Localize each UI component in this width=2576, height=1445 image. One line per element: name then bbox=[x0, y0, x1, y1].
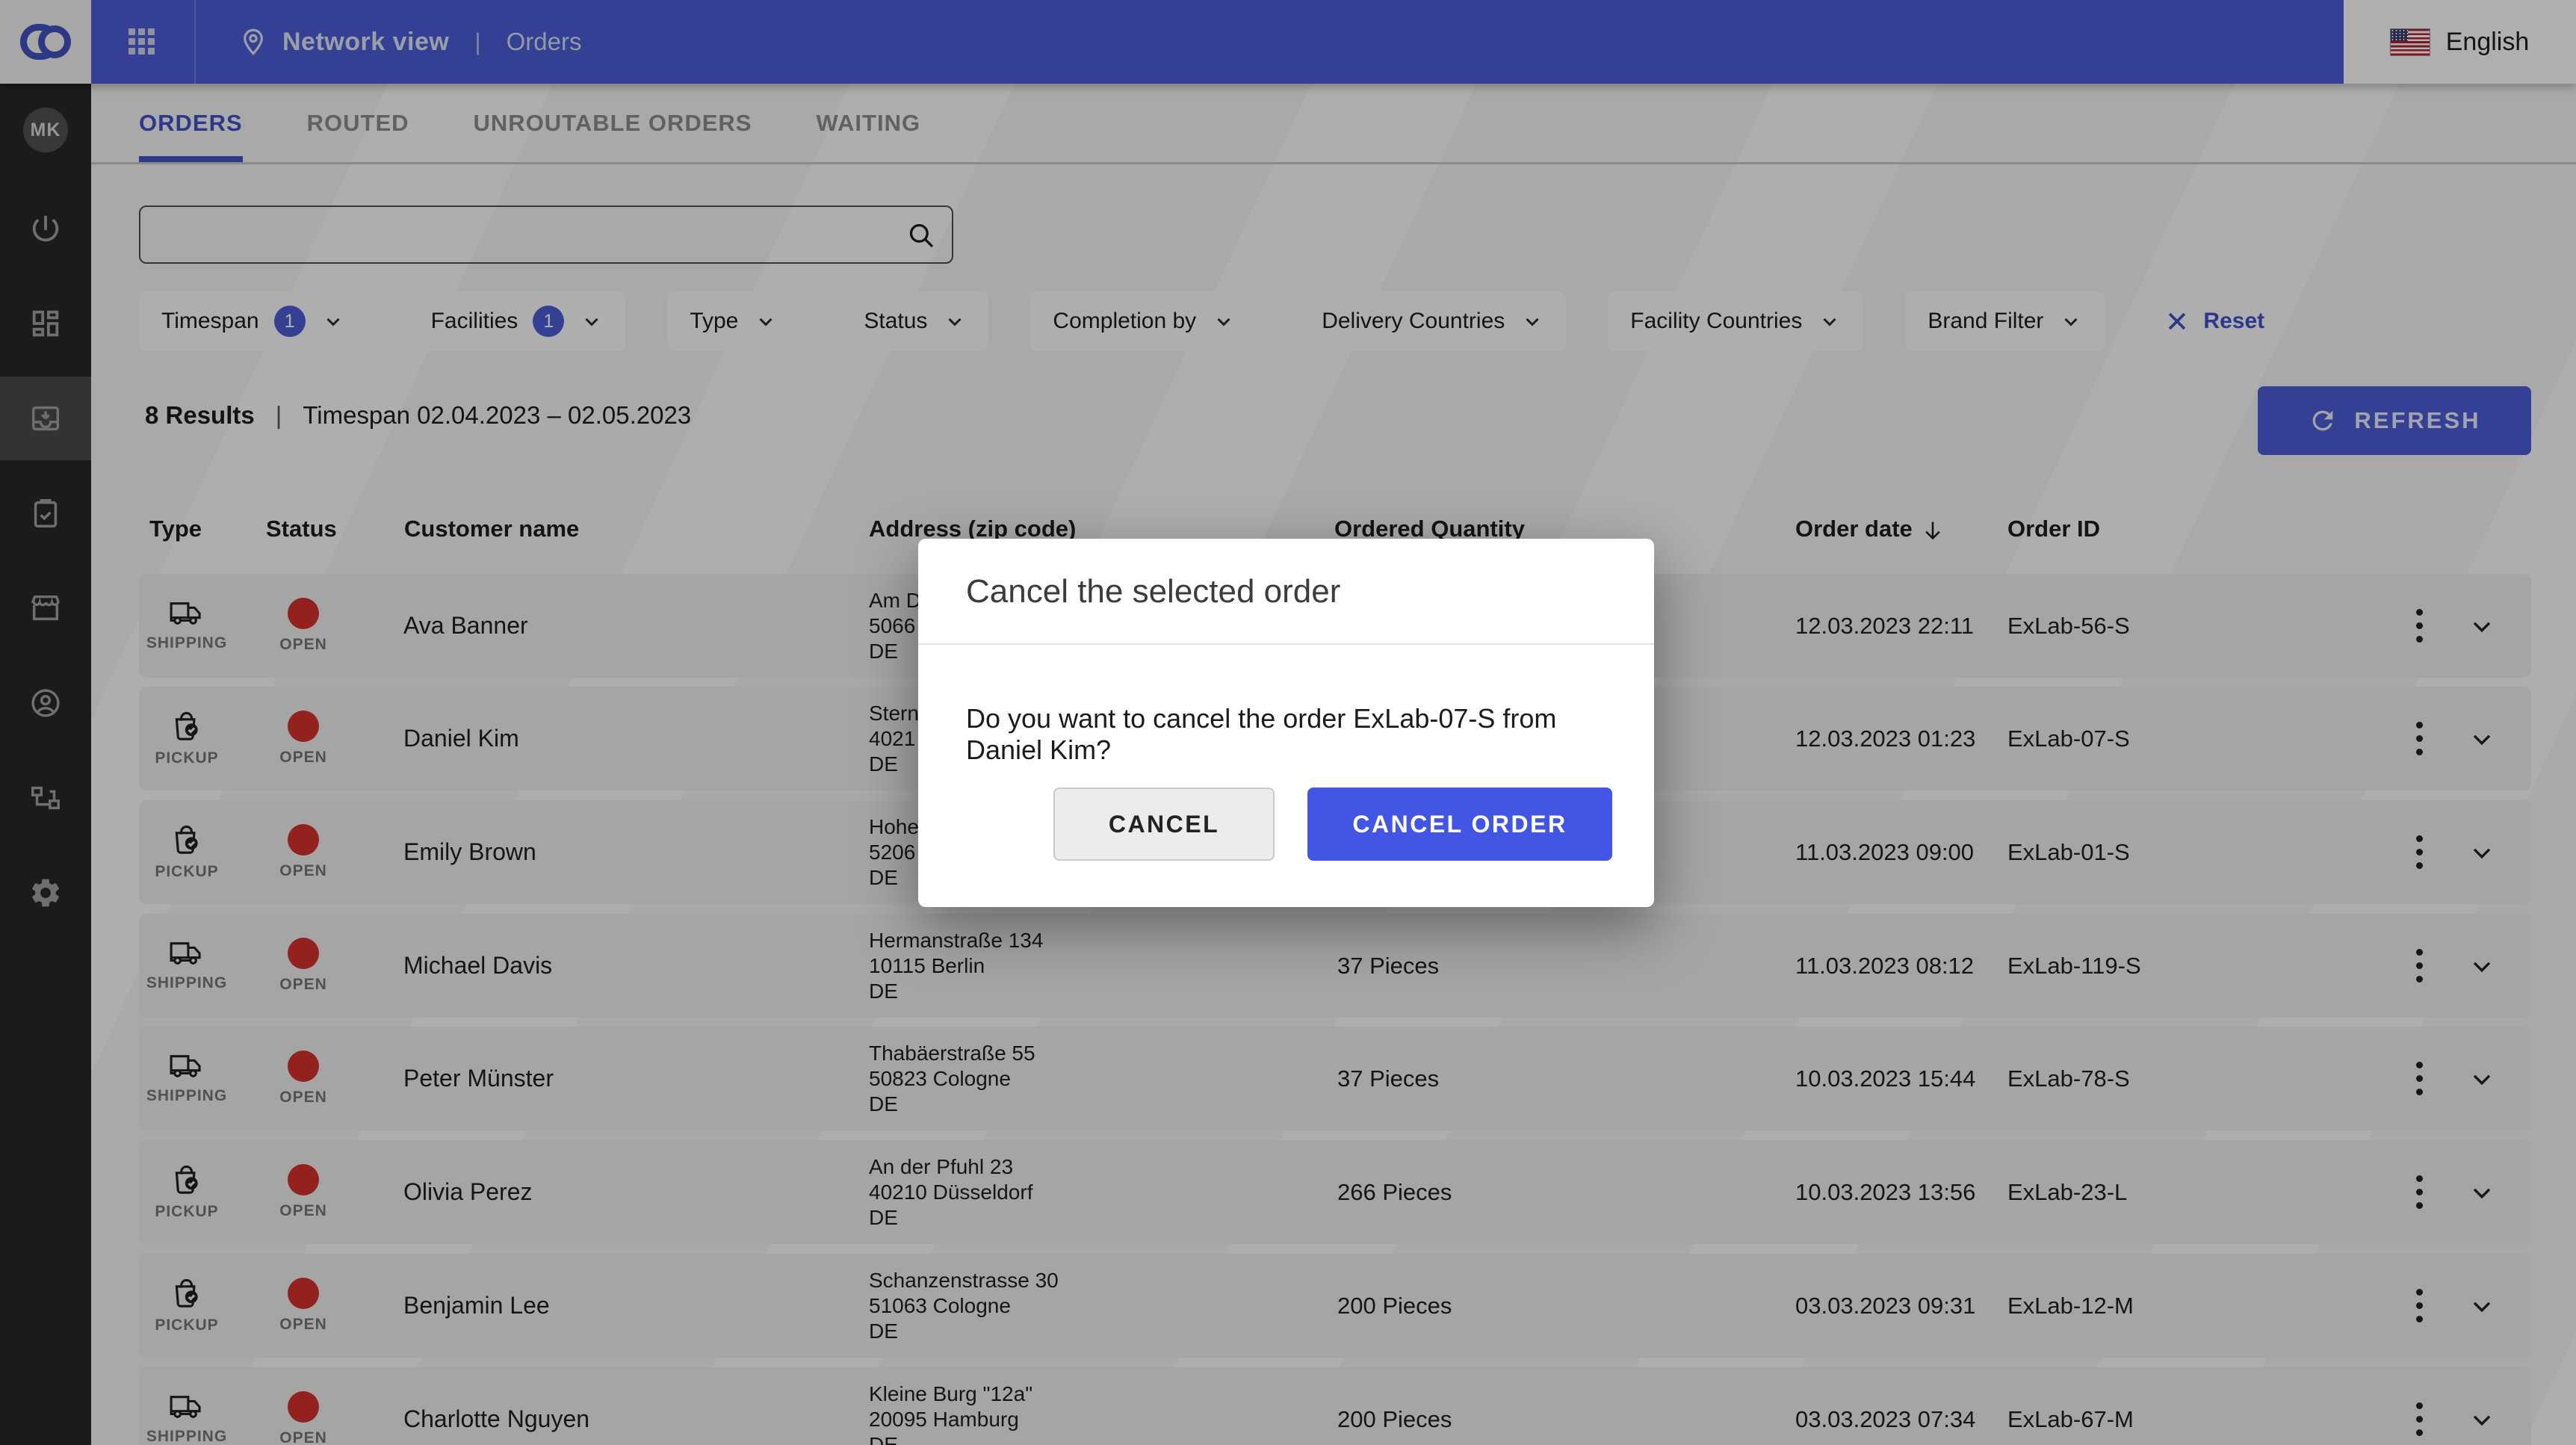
cancel-order-button[interactable]: CANCEL ORDER bbox=[1307, 788, 1612, 861]
cancel-button[interactable]: CANCEL bbox=[1053, 788, 1275, 861]
dialog-title: Cancel the selected order bbox=[918, 539, 1654, 610]
cancel-order-dialog: Cancel the selected order Do you want to… bbox=[918, 539, 1654, 907]
dialog-message: Do you want to cancel the order ExLab-07… bbox=[918, 645, 1654, 766]
dialog-actions: CANCEL CANCEL ORDER bbox=[918, 788, 1654, 861]
